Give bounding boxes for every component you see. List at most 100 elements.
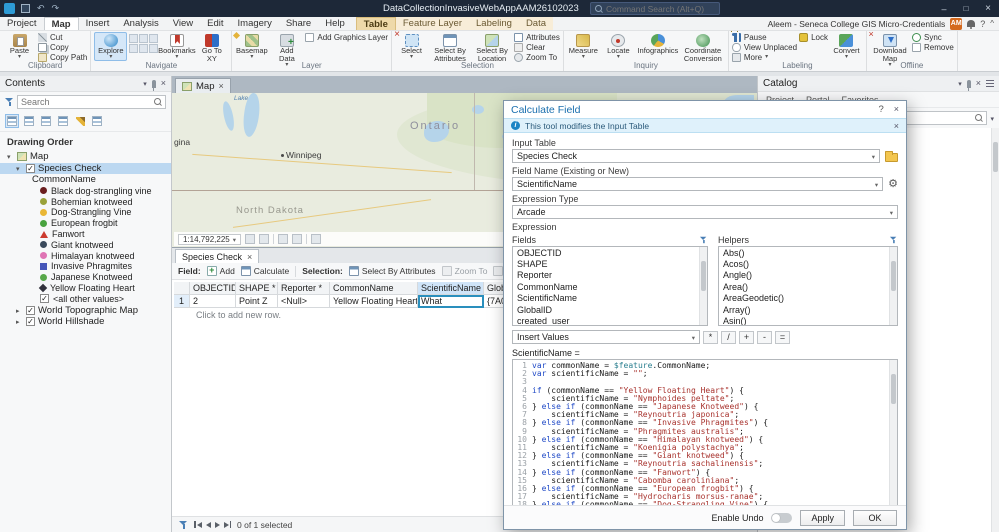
cell-reporter[interactable]: <Null>: [278, 295, 330, 308]
legend-item[interactable]: Black dog-strangling vine: [0, 186, 171, 197]
ribbon-tab[interactable]: Map: [44, 17, 79, 30]
explore-button[interactable]: Explore: [94, 32, 127, 61]
copy-button[interactable]: Copy: [38, 43, 87, 52]
close-dialog-icon[interactable]: [894, 104, 899, 115]
column-header-shape[interactable]: SHAPE *: [236, 282, 278, 295]
north-arrow-icon[interactable]: [311, 234, 321, 244]
gear-icon[interactable]: ⚙: [888, 179, 898, 190]
species-check-table-tab[interactable]: Species Check: [175, 249, 259, 263]
bookmarks-button[interactable]: Bookmarks: [160, 32, 193, 61]
legend-item[interactable]: Giant knotweed: [0, 239, 171, 250]
operator-button[interactable]: *: [703, 331, 718, 344]
list-by-editing-button[interactable]: [56, 114, 70, 128]
filter-icon[interactable]: [700, 236, 707, 244]
clear-button[interactable]: Clear: [514, 43, 560, 52]
field-list-item[interactable]: Reporter: [513, 270, 699, 281]
tree-node-basemap[interactable]: World Topographic Map: [0, 304, 171, 316]
ribbon-tab[interactable]: View: [166, 17, 200, 30]
helper-list-item[interactable]: Area(): [719, 281, 889, 292]
list-by-snapping-button[interactable]: [73, 114, 87, 128]
infographics-button[interactable]: Infographics: [637, 32, 679, 56]
navigate-mini-grid[interactable]: [129, 34, 158, 53]
scrollbar[interactable]: [889, 247, 897, 325]
helper-list-item[interactable]: Angle(): [719, 270, 889, 281]
dismiss-info-icon[interactable]: [894, 121, 899, 131]
ribbon-tab[interactable]: Imagery: [231, 17, 279, 30]
operator-button[interactable]: /: [721, 331, 736, 344]
pin-icon[interactable]: [967, 80, 971, 88]
collapse-ribbon-icon[interactable]: ^: [990, 19, 994, 28]
cell-shape[interactable]: Point Z: [236, 295, 278, 308]
expander-icon[interactable]: [16, 305, 23, 316]
add-graphics-layer-button[interactable]: Add Graphics Layer: [305, 33, 388, 42]
chevron-down-icon[interactable]: [958, 78, 962, 89]
fields-list[interactable]: OBJECTID SHAPE Reporter CommonName Scien…: [512, 246, 708, 326]
minimize-button[interactable]: [933, 0, 955, 17]
field-list-item[interactable]: SHAPE: [513, 258, 699, 269]
ribbon-tab[interactable]: Help: [318, 17, 352, 30]
apply-button[interactable]: Apply: [800, 510, 845, 526]
measure-button[interactable]: Measure: [567, 32, 600, 61]
legend-item[interactable]: Bohemian knotweed: [0, 196, 171, 207]
help-icon[interactable]: ?: [980, 19, 985, 29]
expander-icon[interactable]: [16, 316, 23, 327]
scrollbar[interactable]: [699, 247, 707, 325]
legend-item[interactable]: Japanese Knotweed: [0, 272, 171, 283]
convert-button[interactable]: Convert: [830, 32, 863, 61]
maximize-button[interactable]: [955, 0, 977, 17]
ribbon-tab[interactable]: Analysis: [116, 17, 165, 30]
select-all-cell[interactable]: [174, 282, 190, 295]
view-unplaced-button[interactable]: View Unplaced: [732, 43, 797, 52]
filter-icon[interactable]: [5, 97, 14, 107]
menu-icon[interactable]: [986, 80, 994, 87]
account-name[interactable]: Aleem - Seneca College GIS Micro-Credent…: [768, 19, 946, 29]
list-by-drawing-order-button[interactable]: [5, 114, 19, 128]
remove-button[interactable]: Remove: [912, 43, 954, 52]
ribbon-tab[interactable]: Project: [0, 17, 44, 30]
cell-objectid[interactable]: 2: [190, 295, 236, 308]
list-by-labeling-button[interactable]: [90, 114, 104, 128]
calculate-button[interactable]: Calculate: [241, 266, 289, 276]
chevron-down-icon[interactable]: [990, 112, 994, 124]
ribbon-tab[interactable]: Insert: [79, 17, 117, 30]
save-icon[interactable]: [21, 4, 30, 13]
cell-commonname[interactable]: Yellow Floating Heart: [330, 295, 418, 308]
dialog-title-bar[interactable]: Calculate Field: [504, 101, 906, 118]
expander-icon[interactable]: [16, 163, 23, 174]
tree-node-species-check[interactable]: Species Check: [0, 163, 171, 175]
avatar[interactable]: AM: [950, 18, 962, 30]
add-field-button[interactable]: Add: [207, 266, 235, 276]
contents-search[interactable]: [17, 95, 166, 109]
pause-button[interactable]: Pause: [732, 33, 797, 42]
ribbon-contextual-tab[interactable]: Table: [356, 17, 396, 30]
coordinate-conversion-button[interactable]: Coordinate Conversion: [681, 32, 725, 64]
select-button[interactable]: Select: [395, 32, 428, 61]
close-pane-icon[interactable]: [161, 78, 166, 89]
close-tab-icon[interactable]: [247, 252, 252, 262]
snapping-icon[interactable]: [278, 234, 288, 244]
close-pane-icon[interactable]: [976, 78, 981, 89]
previous-record-icon[interactable]: [206, 522, 211, 528]
ribbon-contextual-tab[interactable]: Labeling: [469, 17, 519, 30]
helper-list-item[interactable]: Array(): [719, 304, 889, 315]
filter-icon[interactable]: [179, 520, 188, 530]
operator-button[interactable]: -: [757, 331, 772, 344]
legend-item[interactable]: Fanwort: [0, 229, 171, 240]
expression-type-combo[interactable]: Arcade: [512, 205, 898, 219]
column-header-reporter[interactable]: Reporter *: [278, 282, 330, 295]
lock-button[interactable]: Lock: [799, 33, 828, 42]
expander-icon[interactable]: [7, 151, 14, 162]
paste-button[interactable]: Paste: [3, 32, 36, 61]
redo-icon[interactable]: ↷: [52, 4, 60, 13]
list-by-source-button[interactable]: [22, 114, 36, 128]
list-by-selection-button[interactable]: [39, 114, 53, 128]
scrollbar[interactable]: [991, 128, 999, 532]
legend-item-all-other[interactable]: <all other values>: [0, 293, 171, 304]
input-table-combo[interactable]: Species Check: [512, 149, 880, 163]
helper-list-item[interactable]: Abs(): [719, 247, 889, 258]
tree-node-map[interactable]: Map: [0, 151, 171, 163]
layout-icon[interactable]: [259, 234, 269, 244]
grid-view-icon[interactable]: [245, 234, 255, 244]
scrollbar[interactable]: [889, 360, 897, 505]
filter-icon[interactable]: [890, 236, 897, 244]
